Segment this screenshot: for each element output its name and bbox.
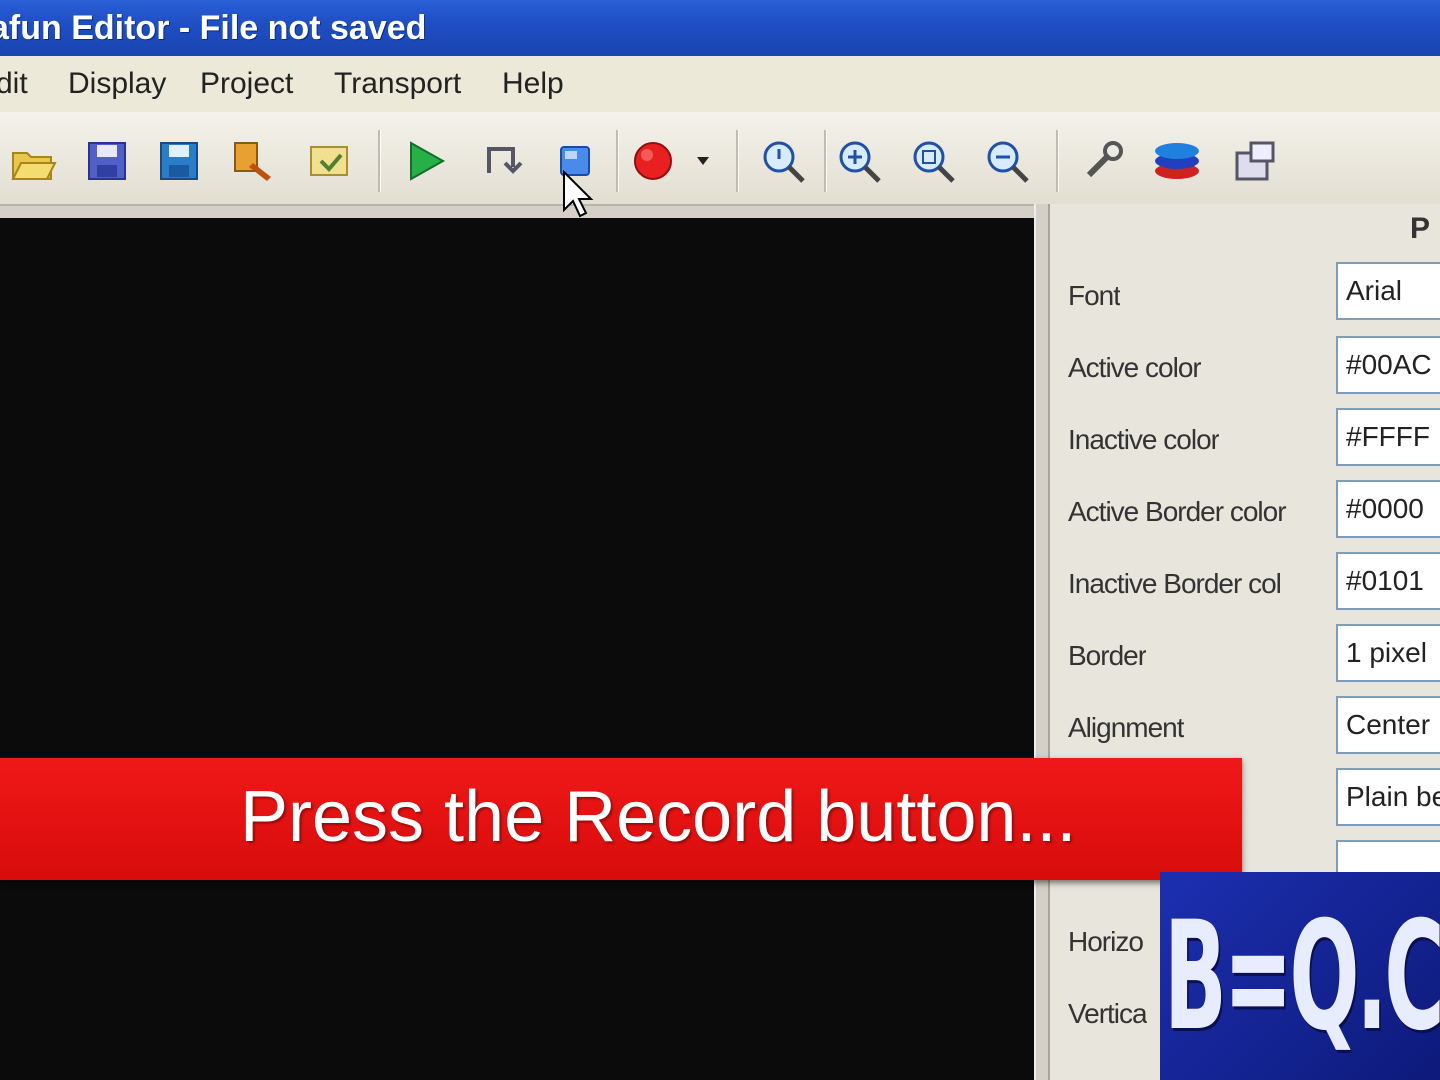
record-icon[interactable] [626, 134, 680, 188]
play-icon[interactable] [398, 134, 452, 188]
prop-field-inactive-border-color[interactable]: #0101 [1336, 552, 1440, 610]
caption-banner: Press the Record button... [0, 758, 1242, 880]
zoom-out-icon[interactable] [980, 134, 1034, 188]
prop-field-border[interactable]: 1 pixel [1336, 624, 1440, 682]
mouse-cursor-icon [562, 169, 596, 225]
prop-label-inactive-border-color: Inactive Border col [1068, 568, 1282, 599]
save-icon[interactable] [80, 134, 134, 188]
layers-icon[interactable] [1150, 134, 1204, 188]
save-as-icon[interactable] [152, 134, 206, 188]
tools-icon[interactable] [1076, 134, 1130, 188]
toolbar [0, 112, 1440, 206]
prop-field-inactive-color[interactable]: #FFFF [1336, 408, 1440, 466]
toolbar-separator [378, 130, 381, 192]
prop-label-vertical: Vertica [1068, 998, 1147, 1029]
prop-field-style[interactable]: Plain be [1336, 768, 1440, 826]
preview-canvas[interactable] [0, 218, 1034, 1080]
menu-edit[interactable]: dit [0, 66, 28, 102]
watermark-logo: B=Q.CA [1160, 872, 1440, 1080]
menu-bar: dit Display Project Transport Help [0, 56, 1440, 113]
import-icon[interactable] [302, 134, 356, 188]
toolbar-separator [824, 130, 827, 192]
prop-field-active-border-color[interactable]: #0000 [1336, 480, 1440, 538]
zoom-icon[interactable] [756, 134, 810, 188]
window-title: afun Editor - File not saved [0, 9, 427, 47]
toolbar-separator [616, 130, 619, 192]
prop-label-active-border-color: Active Border color [1068, 496, 1287, 527]
zoom-in-icon[interactable] [832, 134, 886, 188]
prop-label-font: Font [1068, 280, 1121, 311]
menu-display[interactable]: Display [68, 66, 166, 102]
prop-field-font[interactable]: Arial [1336, 262, 1440, 320]
prop-label-inactive-color: Inactive color [1068, 424, 1219, 455]
prop-label-active-color: Active color [1068, 352, 1201, 383]
toolbar-separator [1056, 130, 1059, 192]
zoom-fit-icon[interactable] [906, 134, 960, 188]
open-icon[interactable] [6, 134, 60, 188]
prop-field-alignment[interactable]: Center [1336, 696, 1440, 754]
edit-icon[interactable] [226, 134, 280, 188]
loop-icon[interactable] [474, 134, 528, 188]
prop-label-border: Border [1068, 640, 1147, 671]
prop-label-alignment: Alignment [1068, 712, 1184, 743]
menu-transport[interactable]: Transport [334, 66, 461, 102]
window-titlebar: afun Editor - File not saved [0, 0, 1440, 56]
caption-text: Press the Record button... [240, 777, 1077, 857]
dropdown-arrow-icon[interactable] [688, 134, 718, 188]
prop-field-active-color[interactable]: #00AC [1336, 336, 1440, 394]
menu-project[interactable]: Project [200, 66, 293, 102]
settings-icon[interactable] [1228, 134, 1282, 188]
prop-label-horizontal: Horizo [1068, 926, 1143, 957]
menu-help[interactable]: Help [502, 66, 564, 102]
properties-header: P [1410, 212, 1431, 245]
toolbar-separator [736, 130, 739, 192]
watermark-text: B=Q.CA [1164, 890, 1440, 1064]
